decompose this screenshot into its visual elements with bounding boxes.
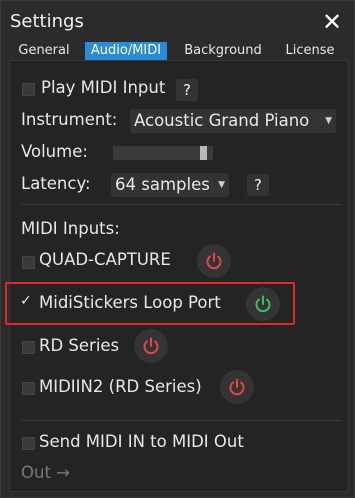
device-name: RD Series bbox=[39, 336, 120, 355]
tab-bar: General Audio/MIDI Background License bbox=[9, 42, 349, 60]
power-button-quad-capture[interactable] bbox=[197, 244, 231, 278]
instrument-value: Acoustic Grand Piano bbox=[134, 111, 310, 130]
tab-general[interactable]: General bbox=[9, 42, 79, 60]
volume-slider[interactable] bbox=[113, 146, 213, 160]
device-checkbox-quad-capture[interactable] bbox=[22, 256, 35, 269]
power-icon bbox=[229, 378, 245, 396]
latency-help-button[interactable]: ? bbox=[247, 174, 269, 196]
volume-label: Volume: bbox=[21, 142, 88, 161]
instrument-label: Instrument: bbox=[21, 110, 118, 129]
play-midi-input-checkbox[interactable] bbox=[22, 83, 35, 96]
play-midi-input-help-button[interactable]: ? bbox=[176, 79, 198, 101]
midi-inputs-heading: MIDI Inputs: bbox=[21, 219, 120, 238]
power-icon bbox=[206, 252, 222, 270]
audio-midi-panel: Play MIDI Input ? Instrument: Acoustic G… bbox=[9, 60, 349, 492]
power-icon bbox=[143, 337, 159, 355]
chevron-down-icon: ▼ bbox=[218, 180, 225, 190]
latency-value: 64 samples bbox=[115, 175, 210, 194]
out-link[interactable]: Out → bbox=[21, 463, 70, 482]
instrument-dropdown[interactable]: Acoustic Grand Piano ▼ bbox=[130, 109, 336, 133]
play-midi-input-label: Play MIDI Input bbox=[41, 78, 166, 97]
divider bbox=[21, 204, 341, 205]
latency-dropdown[interactable]: 64 samples ▼ bbox=[111, 173, 229, 197]
chevron-down-icon: ▼ bbox=[325, 116, 332, 126]
settings-window: Settings ✕ General Audio/MIDI Background… bbox=[0, 0, 355, 498]
close-icon[interactable]: ✕ bbox=[321, 10, 343, 34]
device-name: MIDIIN2 (RD Series) bbox=[39, 377, 202, 396]
latency-label: Latency: bbox=[21, 174, 91, 193]
tab-background[interactable]: Background bbox=[181, 42, 265, 60]
volume-slider-thumb[interactable] bbox=[200, 146, 207, 160]
send-midi-in-to-out-checkbox[interactable] bbox=[22, 437, 35, 450]
device-checkbox-midiin2[interactable] bbox=[22, 382, 35, 395]
divider bbox=[21, 420, 341, 421]
power-button-rd-series[interactable] bbox=[134, 329, 168, 363]
tab-license[interactable]: License bbox=[275, 42, 345, 60]
power-button-midiin2[interactable] bbox=[220, 370, 254, 404]
selection-highlight-box bbox=[5, 282, 295, 325]
send-midi-in-to-out-label: Send MIDI IN to MIDI Out bbox=[39, 432, 244, 451]
window-title: Settings bbox=[10, 11, 84, 32]
device-checkbox-rd-series[interactable] bbox=[22, 341, 35, 354]
tab-audio-midi[interactable]: Audio/MIDI bbox=[85, 42, 167, 60]
device-name: QUAD-CAPTURE bbox=[39, 250, 171, 269]
